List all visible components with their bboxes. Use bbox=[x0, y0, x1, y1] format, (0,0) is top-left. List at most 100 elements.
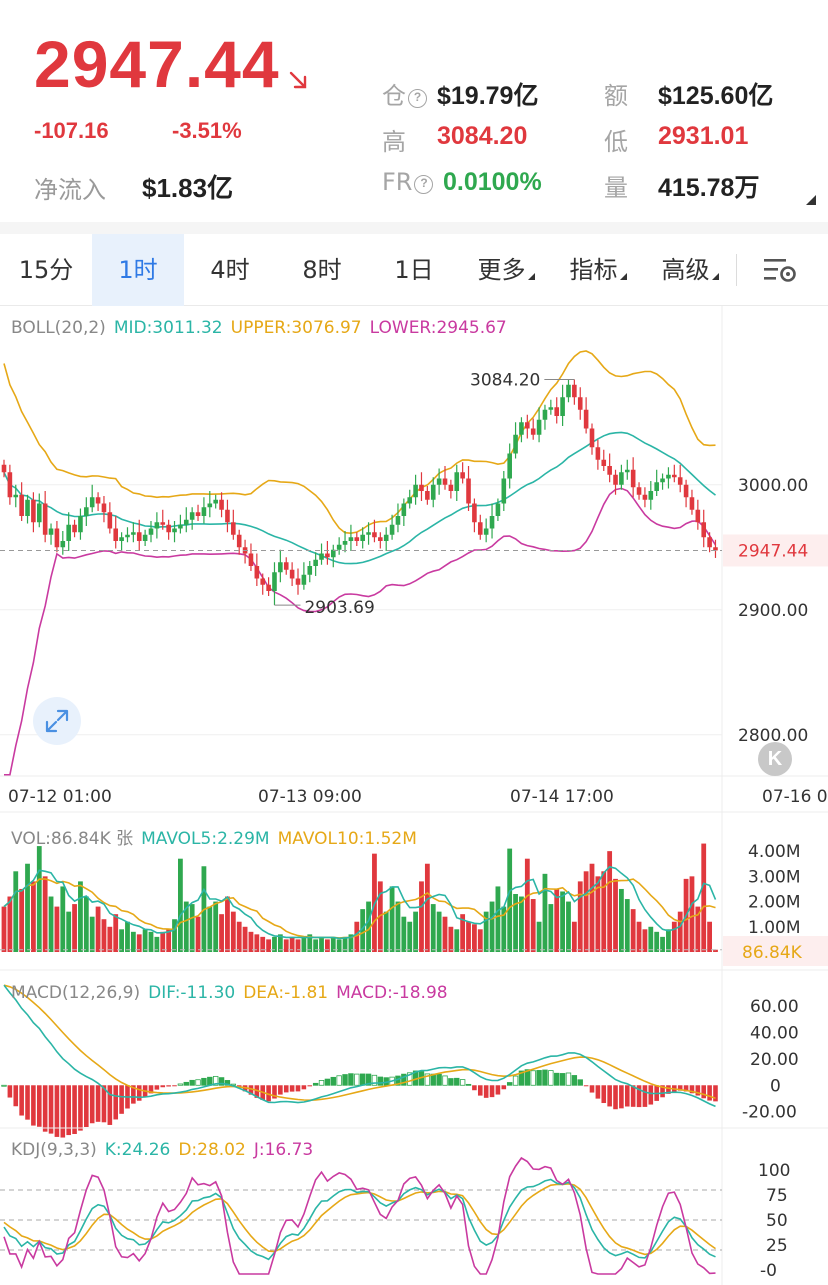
macd-histogram-bar bbox=[113, 1085, 119, 1120]
candle-body bbox=[301, 574, 307, 585]
macd-histogram-bar bbox=[619, 1085, 624, 1109]
candle-body bbox=[342, 541, 348, 545]
jump-to-latest-button[interactable]: K bbox=[758, 742, 792, 776]
volume-bar bbox=[648, 926, 654, 952]
boll-legend: BOLL(20,2) MID:3011.32 UPPER:3076.97 LOWER:… bbox=[11, 318, 515, 338]
volume-bar bbox=[624, 899, 630, 952]
dropdown-icon bbox=[527, 273, 535, 280]
kdj-tick-label: 100 bbox=[758, 1161, 790, 1181]
help-icon[interactable]: ? bbox=[414, 175, 434, 194]
fullscreen-button[interactable] bbox=[33, 697, 81, 745]
tab-15m[interactable]: 15分 bbox=[0, 234, 92, 306]
candle-body bbox=[60, 541, 66, 548]
kdj-d: D:28.02 bbox=[178, 1140, 246, 1160]
candle-body bbox=[436, 478, 442, 485]
volume-bar bbox=[436, 911, 442, 952]
macd-histogram-bar bbox=[506, 1082, 513, 1086]
candle-body bbox=[683, 484, 689, 498]
volume-bar bbox=[89, 916, 95, 952]
tab-4h[interactable]: 4时 bbox=[184, 234, 276, 306]
last-price: 2947.44 bbox=[34, 27, 280, 101]
volume-bar bbox=[19, 888, 25, 952]
volume-value: 415.78万 bbox=[658, 174, 760, 202]
funding-rate-label[interactable]: FR? bbox=[382, 168, 434, 196]
turnover-value: $125.60亿 bbox=[658, 82, 774, 110]
tab-more[interactable]: 更多 bbox=[460, 234, 552, 306]
dropdown-icon bbox=[711, 273, 719, 280]
candle-body bbox=[131, 532, 136, 535]
volume-bar bbox=[95, 906, 101, 952]
candle-body bbox=[48, 528, 54, 535]
kdj-name: KDJ(9,3,3) bbox=[11, 1140, 97, 1160]
candle-body bbox=[178, 524, 183, 529]
volume-bar bbox=[613, 878, 618, 952]
tab-1h[interactable]: 1时 bbox=[92, 234, 184, 306]
tab-indicators[interactable]: 指标 bbox=[552, 234, 644, 306]
candle-body bbox=[219, 499, 224, 510]
macd-histogram-bar bbox=[489, 1085, 495, 1098]
volume-bar bbox=[130, 931, 136, 952]
macd-histogram-bar bbox=[324, 1078, 331, 1086]
macd-histogram-bar bbox=[154, 1085, 160, 1090]
vol-ma10: MAVOL10:1.52M bbox=[277, 829, 417, 849]
volume-bar bbox=[701, 843, 707, 952]
volume-bar bbox=[419, 881, 424, 952]
macd-histogram-bar bbox=[530, 1070, 536, 1086]
vol-tick-label: 4.00M bbox=[748, 842, 801, 862]
macd-histogram-bar bbox=[78, 1085, 83, 1131]
candle-body bbox=[231, 522, 236, 535]
candle-body bbox=[425, 491, 430, 500]
candle-body bbox=[236, 534, 242, 548]
candle-body bbox=[189, 512, 195, 520]
macd-histogram-bar bbox=[565, 1072, 572, 1086]
candle-body bbox=[319, 553, 324, 560]
macd-histogram-bar bbox=[342, 1074, 348, 1086]
candle-body bbox=[607, 466, 612, 475]
candle-body bbox=[442, 478, 448, 485]
macd-histogram-bar bbox=[707, 1085, 712, 1101]
kline-chart[interactable]: 3000.002900.002800.003084.202903.692947.… bbox=[0, 306, 828, 1285]
candle-body bbox=[260, 578, 266, 585]
volume-bar bbox=[119, 929, 124, 952]
macd-histogram-bar bbox=[201, 1077, 207, 1086]
macd-histogram-bar bbox=[13, 1085, 19, 1107]
turnover-label: 额 bbox=[604, 82, 628, 110]
macd-histogram-bar bbox=[359, 1073, 366, 1086]
macd-histogram-bar bbox=[336, 1075, 342, 1086]
volume-bar bbox=[601, 871, 607, 952]
chart-settings-icon[interactable] bbox=[762, 254, 798, 286]
volume-bar bbox=[489, 901, 495, 952]
volume-bar bbox=[636, 921, 642, 952]
volume-label: 量 bbox=[604, 174, 628, 202]
volume-bar bbox=[242, 926, 248, 952]
expand-stats-icon[interactable] bbox=[806, 195, 816, 205]
candle-body bbox=[195, 512, 201, 516]
macd-histogram-bar bbox=[72, 1085, 77, 1134]
price-change-percent: -3.51% bbox=[172, 118, 242, 143]
vol-tick-label: 3.00M bbox=[748, 867, 801, 887]
volume-bar bbox=[301, 936, 307, 952]
vol-ma5: MAVOL5:2.29M bbox=[141, 829, 270, 849]
help-icon[interactable]: ? bbox=[408, 89, 427, 108]
macd-histogram-bar bbox=[436, 1073, 442, 1086]
tab-advanced[interactable]: 高级 bbox=[644, 234, 736, 306]
macd-histogram-bar bbox=[571, 1075, 578, 1086]
candle-body bbox=[636, 487, 642, 495]
candle-body bbox=[160, 522, 166, 525]
macd-histogram-bar bbox=[48, 1085, 54, 1134]
volume-bar bbox=[689, 876, 695, 952]
volume-bar bbox=[454, 929, 460, 952]
candle-body bbox=[142, 534, 148, 541]
volume-bar bbox=[178, 858, 183, 952]
candle-body bbox=[325, 553, 330, 558]
tab-1d[interactable]: 1日 bbox=[368, 234, 460, 306]
macd-histogram-bar bbox=[189, 1079, 195, 1086]
open-interest-label[interactable]: 仓? bbox=[382, 76, 427, 111]
candle-body bbox=[295, 578, 301, 585]
tab-separator bbox=[736, 254, 737, 286]
macd-histogram-bar bbox=[289, 1085, 295, 1092]
tab-8h[interactable]: 8时 bbox=[276, 234, 368, 306]
volume-bar bbox=[36, 846, 42, 952]
candle-body bbox=[401, 503, 407, 516]
kdj-tick-label: -0 bbox=[760, 1261, 777, 1281]
